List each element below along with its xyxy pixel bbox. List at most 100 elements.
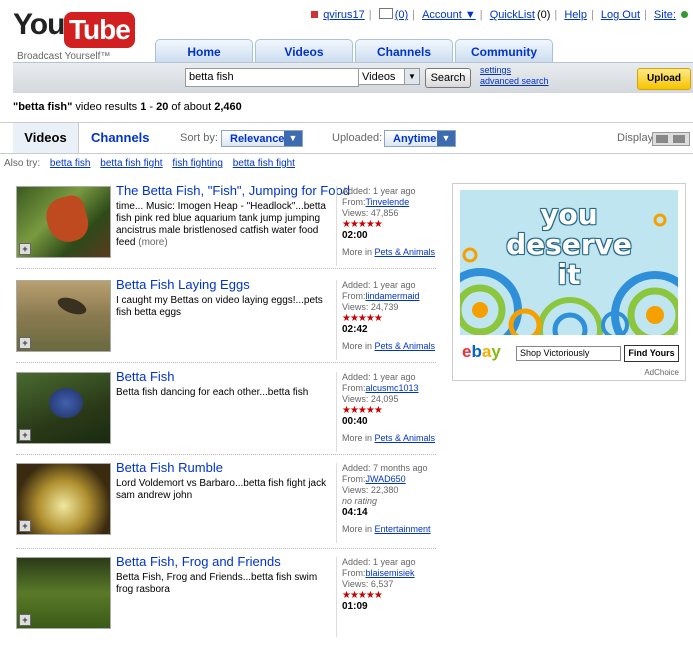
filter-bar: Videos Channels Sort by: Relevance ▼ Uplo…	[0, 122, 693, 154]
category-link[interactable]: Pets & Animals	[375, 433, 436, 443]
uploader-link[interactable]: blaisemisiek	[366, 568, 415, 578]
video-result: + Betta Fish, Frog and Friends Betta Fis…	[16, 554, 432, 647]
category-link[interactable]: Pets & Animals	[375, 247, 436, 257]
logout-link[interactable]: Log Out	[601, 9, 640, 21]
video-description: time... Music: Imogen Heap - "Headlock".…	[116, 201, 326, 248]
video-result: + Betta Fish Rumble Lord Voldemort vs Ba…	[16, 460, 432, 553]
ebay-logo[interactable]: ebay	[462, 342, 501, 362]
chevron-down-icon: ▼	[437, 131, 455, 146]
display-label: Display:	[617, 132, 657, 144]
also-try-link[interactable]: betta fish fight	[100, 158, 162, 169]
inbox-count[interactable]: (0)	[395, 9, 408, 21]
results-summary: "betta fish" video results 1 - 20 of abo…	[13, 101, 242, 113]
also-try-link[interactable]: fish fighting	[172, 158, 223, 169]
uploader-link[interactable]: alcusmc1013	[366, 383, 419, 393]
video-thumbnail[interactable]: +	[16, 186, 111, 258]
video-description: Betta fish dancing for each other...bett…	[116, 387, 309, 398]
advertisement[interactable]: you deserve it ebay Shop Victoriously Fi…	[452, 183, 686, 381]
results-tab-videos[interactable]: Videos	[13, 123, 79, 153]
results-tab-channels[interactable]: Channels	[91, 123, 150, 153]
video-duration: 04:14	[342, 507, 368, 518]
video-result: + Betta Fish Laying Eggs I caught my Bet…	[16, 277, 435, 370]
quicklist-link[interactable]: QuickList	[490, 9, 535, 21]
add-to-quicklist-icon[interactable]: +	[19, 337, 31, 349]
add-to-quicklist-icon[interactable]: +	[19, 614, 31, 626]
rating-stars: ★★★★★	[342, 590, 383, 601]
video-thumbnail[interactable]: +	[16, 463, 111, 535]
list-view-icon[interactable]	[656, 135, 668, 143]
video-title[interactable]: Betta Fish Rumble	[116, 460, 223, 475]
video-duration: 00:40	[342, 416, 368, 427]
video-title[interactable]: Betta Fish	[116, 369, 175, 384]
uploader-link[interactable]: lindamermaid	[366, 291, 420, 301]
video-title[interactable]: Betta Fish Laying Eggs	[116, 277, 250, 292]
category-link[interactable]: Entertainment	[375, 524, 431, 534]
logo-tube-text: Tube	[64, 12, 135, 48]
video-meta: Added: 1 year ago From:Tinvelende Views:…	[336, 186, 438, 266]
video-duration: 02:42	[342, 324, 368, 335]
ad-search-input[interactable]: Shop Victoriously	[516, 346, 621, 361]
video-result: + Betta Fish Betta fish dancing for each…	[16, 369, 435, 462]
globe-icon[interactable]	[681, 11, 688, 18]
user-icon	[311, 11, 319, 18]
video-thumbnail[interactable]: +	[16, 280, 111, 352]
quicklist-count: (0)	[536, 9, 551, 21]
video-description: I caught my Bettas on video laying eggs!…	[116, 295, 323, 318]
rating-text: no rating	[342, 496, 378, 506]
video-meta: Added: 1 year ago From:alcusmc1013 Views…	[336, 372, 438, 452]
tab-channels[interactable]: Channels	[355, 39, 453, 64]
uploaded-label: Uploaded:	[332, 132, 383, 144]
uploaded-dropdown[interactable]: Anytime ▼	[384, 130, 456, 147]
rating-stars: ★★★★★	[342, 313, 383, 324]
search-bar: betta fish Videos ▼ Search settings advan…	[13, 62, 693, 93]
category-link[interactable]: Pets & Animals	[375, 341, 436, 351]
mail-icon[interactable]	[378, 8, 393, 19]
also-try-link[interactable]: betta fish	[50, 158, 91, 169]
sort-dropdown[interactable]: Relevance ▼	[221, 130, 303, 147]
upload-button[interactable]: Upload	[637, 68, 691, 90]
grid-view-icon[interactable]	[673, 135, 685, 143]
add-to-quicklist-icon[interactable]: +	[19, 429, 31, 441]
ad-find-button[interactable]: Find Yours	[624, 345, 679, 362]
help-link[interactable]: Help	[564, 9, 587, 21]
uploader-link[interactable]: Tinvelende	[366, 197, 410, 207]
video-meta: Added: 1 year ago From:blaisemisiek View…	[336, 557, 438, 637]
uploader-link[interactable]: JWAD650	[366, 474, 406, 484]
tab-community[interactable]: Community	[455, 39, 553, 64]
chevron-down-icon: ▼	[284, 131, 302, 146]
video-duration: 01:09	[342, 601, 368, 612]
video-thumbnail[interactable]: +	[16, 557, 111, 629]
logo-you-text: You	[13, 8, 65, 41]
search-scope-select[interactable]: Videos ▼	[358, 68, 420, 85]
adchoice-label[interactable]: AdChoice	[644, 368, 679, 377]
tab-home[interactable]: Home	[155, 39, 253, 64]
video-meta: Added: 7 months ago From:JWAD650 Views: …	[336, 463, 438, 543]
search-input[interactable]: betta fish	[185, 68, 359, 87]
chevron-down-icon: ▼	[404, 69, 419, 84]
advanced-search-link[interactable]: advanced search	[480, 76, 549, 87]
logo-tagline: Broadcast Yourself™	[17, 51, 111, 62]
sort-label: Sort by:	[180, 132, 218, 144]
rating-stars: ★★★★★	[342, 405, 383, 416]
site-selector[interactable]: Site:	[654, 9, 676, 21]
video-result: + The Betta Fish, "Fish", Jumping for Fo…	[16, 183, 435, 276]
also-try: Also try: betta fish betta fish fight fi…	[4, 158, 295, 169]
utility-links: qvirus17 | (0) | Account ▼ | QuickList (0) | …	[310, 8, 689, 21]
tab-videos[interactable]: Videos	[255, 39, 353, 64]
youtube-logo[interactable]: You Tube Broadcast Yourself™	[13, 8, 135, 62]
video-description: Lord Voldemort vs Barbaro...betta fish f…	[116, 478, 327, 501]
rating-stars: ★★★★★	[342, 219, 383, 230]
search-button[interactable]: Search	[425, 68, 471, 88]
video-title[interactable]: The Betta Fish, "Fish", Jumping for Food	[116, 183, 350, 198]
add-to-quicklist-icon[interactable]: +	[19, 243, 31, 255]
also-try-link[interactable]: betta fish fight	[233, 158, 295, 169]
account-menu[interactable]: Account ▼	[422, 9, 476, 21]
ad-artwork[interactable]: you deserve it	[460, 190, 678, 335]
display-view-toggle[interactable]	[652, 132, 690, 146]
add-to-quicklist-icon[interactable]: +	[19, 520, 31, 532]
username-link[interactable]: qvirus17	[323, 9, 365, 21]
video-meta: Added: 1 year ago From:lindamermaid View…	[336, 280, 438, 360]
settings-link[interactable]: settings	[480, 65, 549, 76]
video-title[interactable]: Betta Fish, Frog and Friends	[116, 554, 281, 569]
video-thumbnail[interactable]: +	[16, 372, 111, 444]
